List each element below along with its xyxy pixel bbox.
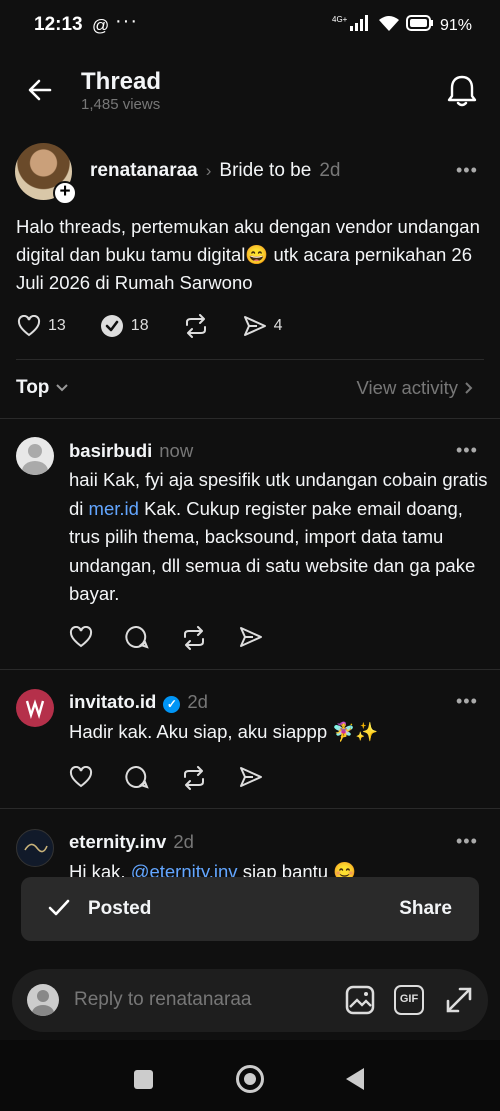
view-count: 1,485 views xyxy=(81,96,161,113)
verified-badge-icon: ✓ xyxy=(163,696,181,713)
reply-author-line: invitato.id ✓ 2d xyxy=(69,691,208,713)
toast-share-button[interactable]: Share xyxy=(399,898,452,920)
heart-icon xyxy=(17,315,41,337)
reply-username[interactable]: invitato.id xyxy=(69,691,156,713)
home-icon[interactable] xyxy=(236,1065,264,1093)
post-text: Halo threads, pertemukan aku dengan vend… xyxy=(16,216,480,293)
reply-input[interactable]: Reply to renatanaraa xyxy=(74,989,251,1011)
view-activity-label: View activity xyxy=(356,377,458,398)
sort-dropdown[interactable]: Top xyxy=(16,377,69,399)
post-author-line: renatanaraa › Bride to be 2d xyxy=(90,160,340,182)
reply-link[interactable]: mer.id xyxy=(89,498,139,519)
status-bar: 12:13 @ ··· 4G+ 91% xyxy=(0,0,500,52)
divider xyxy=(0,808,500,809)
expand-icon[interactable] xyxy=(444,985,474,1015)
reply-username[interactable]: eternity.inv xyxy=(69,831,166,853)
reply-more-icon[interactable]: ••• xyxy=(456,440,478,461)
send-icon[interactable] xyxy=(239,766,263,790)
reply-time: now xyxy=(159,440,194,461)
battery-percent: 91% xyxy=(439,16,472,34)
send-icon[interactable] xyxy=(239,626,263,650)
reply-time: 2d xyxy=(173,831,194,852)
more-notifications-icon: ··· xyxy=(115,10,138,32)
heart-icon[interactable] xyxy=(69,766,93,790)
threads-notification-icon: @ xyxy=(92,16,110,35)
reply-text-part: siap bantu 😊 xyxy=(237,861,357,878)
my-avatar xyxy=(27,984,59,1016)
svg-text:4G+: 4G+ xyxy=(332,15,348,24)
heart-icon[interactable] xyxy=(69,626,93,650)
post-actions: 13 18 4 xyxy=(17,314,317,338)
reply-author-line: eternity.inv 2d xyxy=(69,831,194,853)
back-arrow-icon[interactable] xyxy=(26,76,54,104)
reply-time: 2d xyxy=(187,691,208,712)
system-nav-bar xyxy=(0,1040,500,1111)
repost-arrows-icon[interactable] xyxy=(181,626,207,650)
chevron-right-icon: › xyxy=(205,161,212,180)
repost-arrows-icon xyxy=(183,314,209,338)
chevron-down-icon xyxy=(55,383,69,393)
signal-icon: 4G+ xyxy=(332,14,372,37)
divider xyxy=(16,359,484,360)
reply-composer[interactable]: Reply to renatanaraa GIF xyxy=(12,969,488,1032)
chevron-right-icon xyxy=(464,381,474,395)
post-topic[interactable]: Bride to be xyxy=(219,160,311,182)
reply-avatar[interactable] xyxy=(16,437,54,475)
image-icon[interactable] xyxy=(345,985,375,1015)
toast-message: Posted xyxy=(88,898,152,919)
reply-avatar[interactable] xyxy=(16,689,54,727)
repost-button[interactable]: 18 xyxy=(100,314,149,338)
reply-text-part: Hi kak, xyxy=(69,861,131,878)
quote-button[interactable] xyxy=(183,314,209,338)
sort-label: Top xyxy=(16,377,50,398)
share-button[interactable]: 4 xyxy=(243,315,283,337)
reply-text: Hi kak, @eternity.inv siap bantu 😊 xyxy=(69,858,489,878)
reply-mention[interactable]: @eternity.inv xyxy=(131,861,238,878)
like-count: 13 xyxy=(48,317,66,334)
repost-arrows-icon[interactable] xyxy=(181,766,207,790)
reply-text: haii Kak, fyi aja spesifik utk undangan … xyxy=(69,466,489,609)
send-icon xyxy=(243,315,267,337)
posted-toast: Posted Share xyxy=(21,877,479,941)
reply-text: Hadir kak. Aku siap, aku siappp 🧚‍♀️✨ xyxy=(69,721,379,742)
back-triangle-icon[interactable] xyxy=(346,1068,364,1090)
reply-author-line: basirbudi now xyxy=(69,440,193,462)
like-button[interactable]: 13 xyxy=(17,315,66,337)
status-indicators: 4G+ 91% xyxy=(332,14,472,37)
status-time: 12:13 xyxy=(34,14,83,35)
battery-icon xyxy=(405,15,434,36)
gif-button[interactable]: GIF xyxy=(394,985,424,1015)
follow-plus-icon[interactable]: + xyxy=(53,181,77,205)
recent-apps-icon[interactable] xyxy=(134,1070,153,1089)
share-count: 4 xyxy=(273,317,283,334)
reposted-check-icon xyxy=(100,314,124,338)
wifi-icon xyxy=(378,14,400,37)
comment-icon[interactable] xyxy=(125,626,149,650)
post-more-icon[interactable]: ••• xyxy=(456,160,478,181)
view-activity-link[interactable]: View activity xyxy=(357,377,474,399)
page-title: Thread xyxy=(81,68,162,95)
reply-avatar[interactable] xyxy=(16,829,54,867)
post-time: 2d xyxy=(319,160,341,181)
reply-actions xyxy=(69,766,263,790)
comment-icon[interactable] xyxy=(125,766,149,790)
reply-more-icon[interactable]: ••• xyxy=(456,831,478,852)
reply-username[interactable]: basirbudi xyxy=(69,440,152,462)
post-username[interactable]: renatanaraa xyxy=(90,160,198,182)
reply-more-icon[interactable]: ••• xyxy=(456,691,478,712)
reply-actions xyxy=(69,626,263,650)
divider xyxy=(0,418,500,419)
check-icon xyxy=(48,899,70,917)
divider xyxy=(0,669,500,670)
repost-count: 18 xyxy=(130,317,149,334)
notification-bell-icon[interactable] xyxy=(446,74,478,108)
